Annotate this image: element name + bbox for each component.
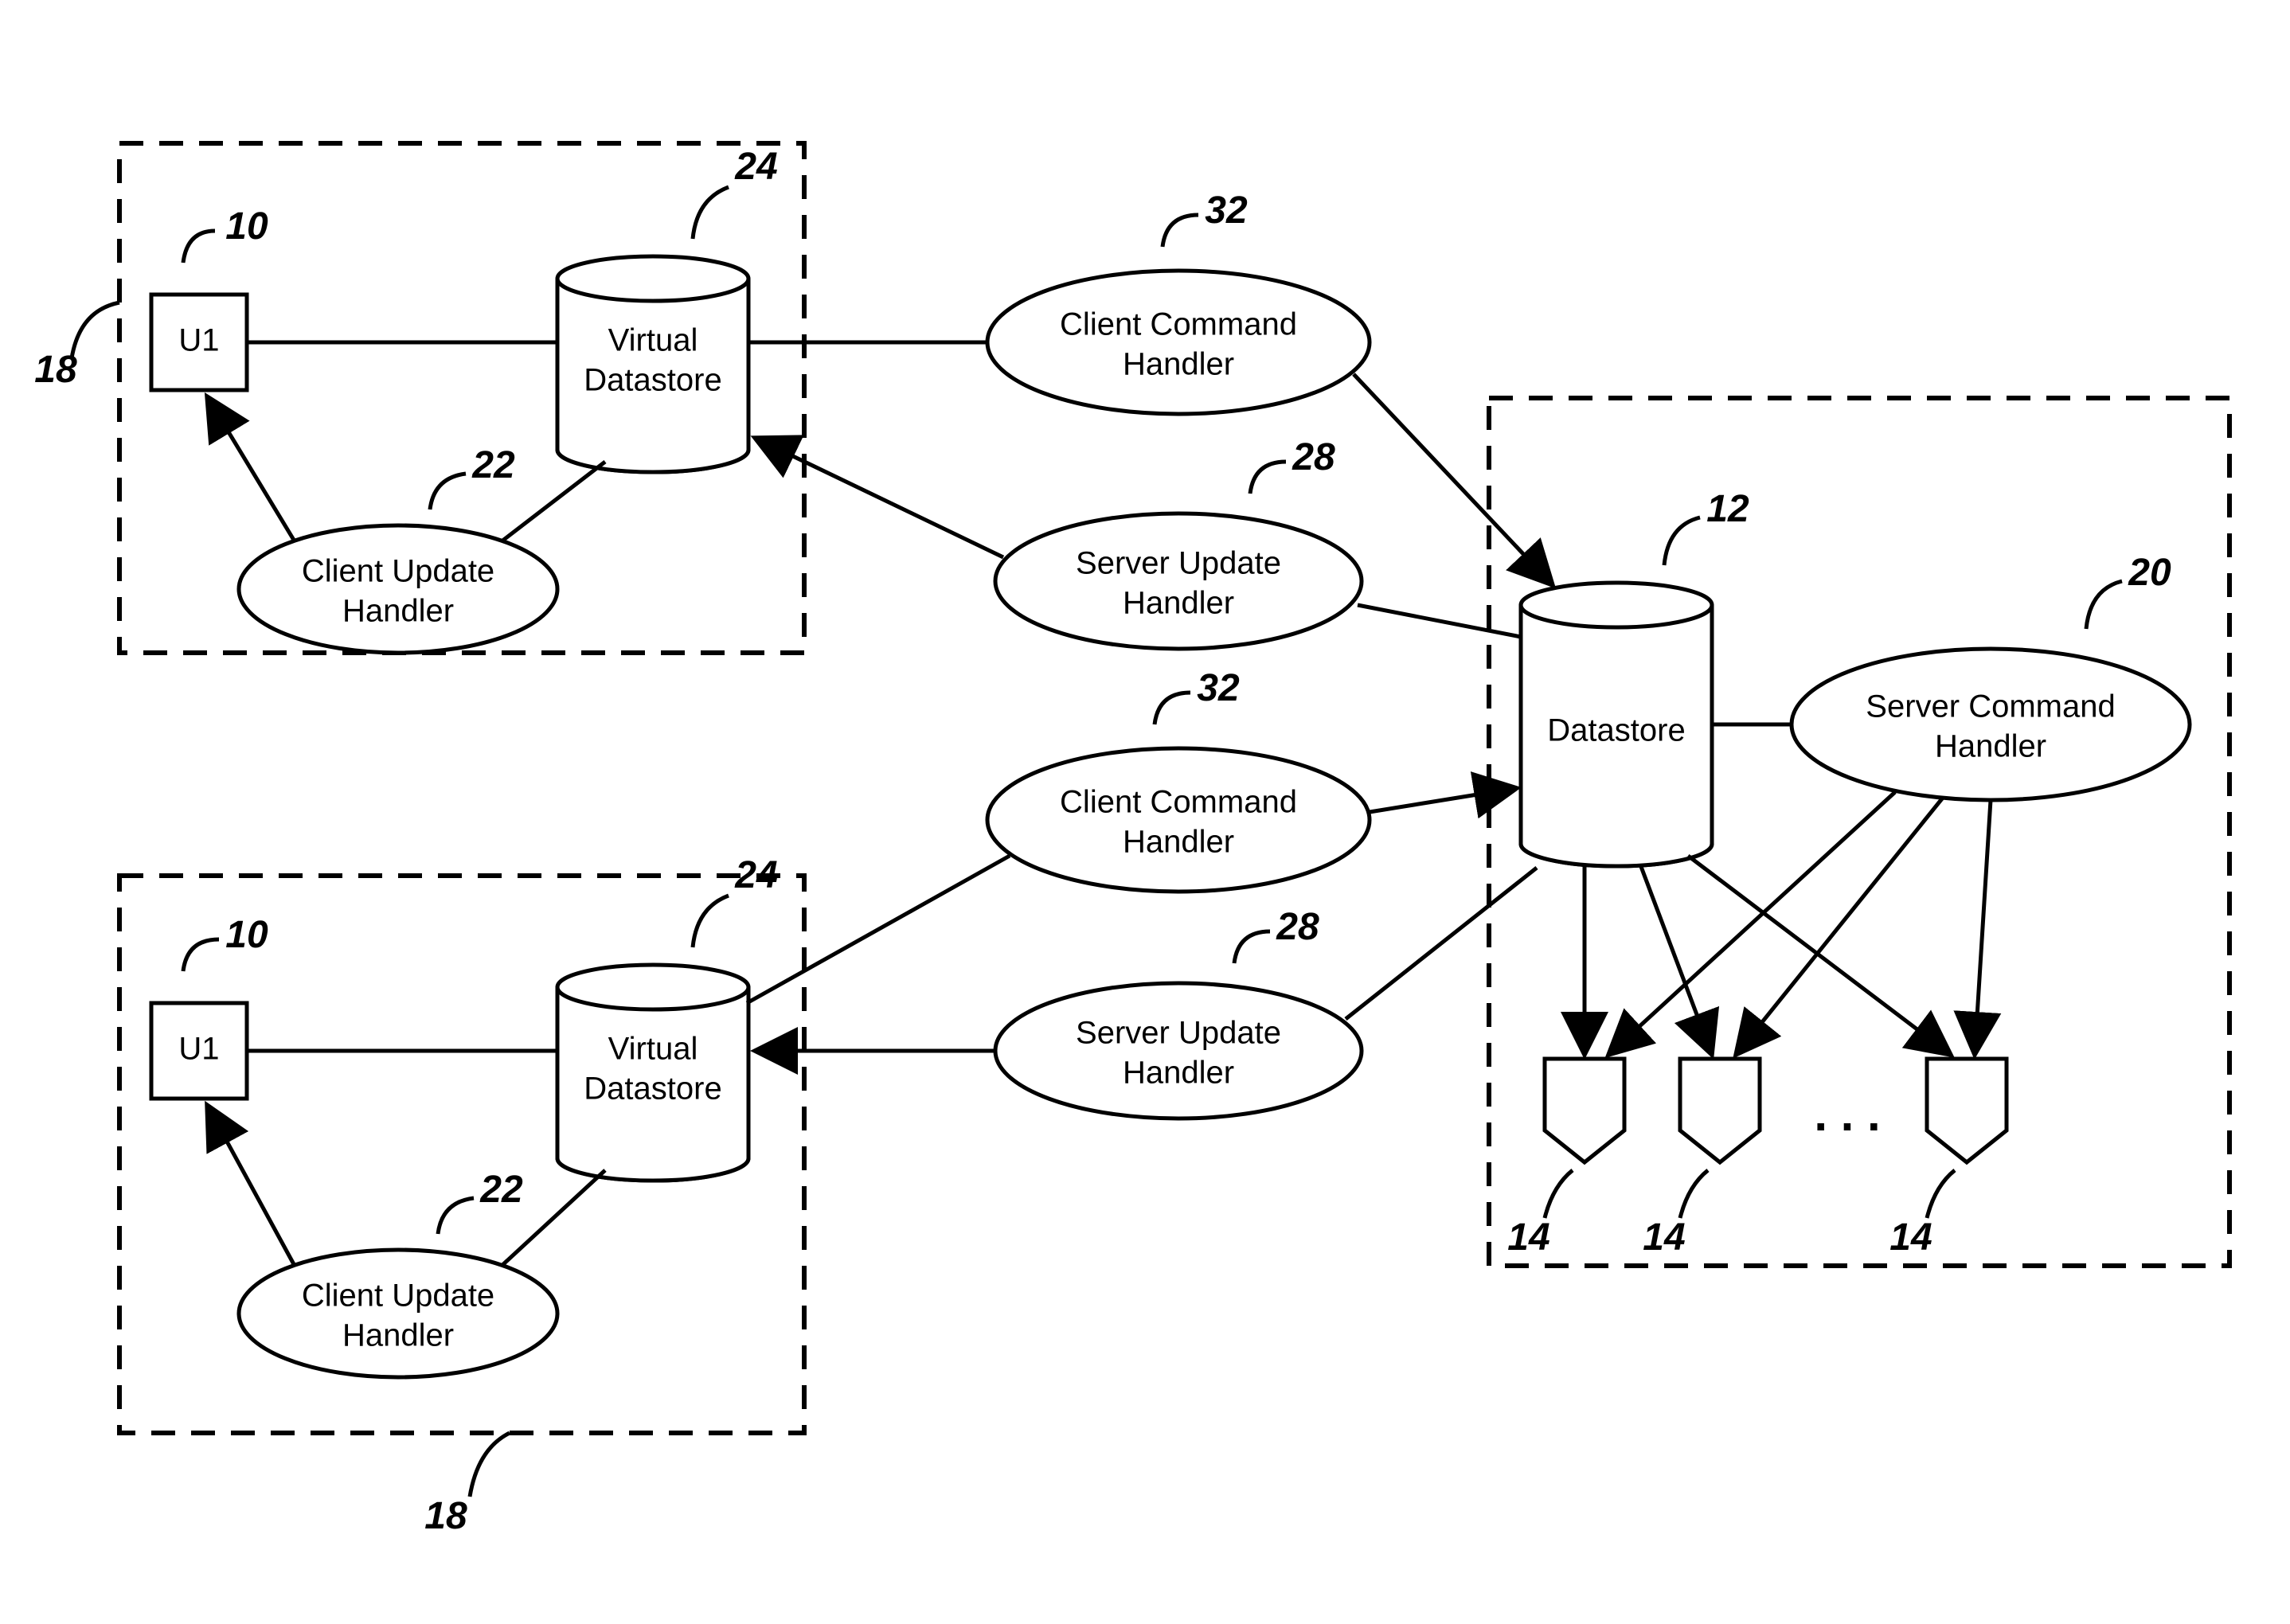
ref-24a: 24 — [734, 146, 777, 188]
ref-32b: 32 — [1197, 667, 1240, 709]
ref-18a: 18 — [34, 349, 77, 391]
leader-14-2 — [1680, 1170, 1708, 1218]
vds-a-l1: Virtual — [608, 323, 698, 358]
leader-14-1 — [1545, 1170, 1573, 1218]
edge-ccha-ds — [1354, 374, 1553, 585]
edge-ds-p2 — [1640, 865, 1712, 1055]
cch-b — [987, 748, 1370, 892]
suh-b-l1: Server Update — [1076, 1016, 1281, 1051]
ref-14-3: 14 — [1889, 1216, 1932, 1259]
output-pentagon-3 — [1927, 1059, 2007, 1162]
edge-vdsb-cchb — [747, 856, 1010, 1003]
leader-28a — [1250, 462, 1286, 494]
cch-b-l2: Handler — [1123, 825, 1234, 860]
edge-suhb-ds — [1346, 868, 1537, 1019]
diagram-canvas: 18 U1 10 Virtual Datastore 24 Client Upd… — [0, 0, 2290, 1624]
leader-24b — [693, 896, 729, 947]
cuh-a — [239, 525, 557, 653]
cch-b-l1: Client Command — [1060, 785, 1297, 820]
suh-a — [995, 513, 1362, 649]
ref-14-1: 14 — [1507, 1216, 1549, 1259]
sch-l2: Handler — [1935, 729, 2046, 764]
ref-20: 20 — [2128, 552, 2171, 594]
leader-18b — [470, 1433, 510, 1497]
client-a-group: 18 U1 10 Virtual Datastore 24 Client Upd… — [34, 143, 804, 653]
edge-cchb-ds — [1370, 788, 1517, 812]
ref-10a: 10 — [225, 205, 268, 248]
edge-suha-vdsa — [755, 438, 1003, 557]
cch-a — [987, 271, 1370, 414]
virtual-datastore-a: Virtual Datastore — [557, 256, 748, 472]
leader-10b — [183, 939, 219, 971]
server-group: Datastore 12 Server Command Handler 20 .… — [1489, 398, 2229, 1266]
leader-22b — [438, 1198, 474, 1234]
u1-a-label: U1 — [178, 323, 219, 358]
edge-suha-ds — [1358, 605, 1521, 637]
leader-28b — [1234, 931, 1270, 963]
ref-28a: 28 — [1292, 436, 1335, 478]
leader-22a — [430, 474, 466, 509]
cuh-a-l1: Client Update — [302, 554, 494, 589]
leader-32b — [1155, 693, 1190, 724]
leader-32a — [1163, 215, 1198, 247]
ref-12: 12 — [1706, 488, 1749, 530]
cch-a-l2: Handler — [1123, 347, 1234, 382]
ref-32a: 32 — [1205, 189, 1248, 232]
output-pentagon-1 — [1545, 1059, 1624, 1162]
u1-b-label: U1 — [178, 1032, 219, 1067]
suh-b — [995, 983, 1362, 1118]
leader-24a — [693, 187, 729, 239]
edge-cuha-vdsa — [502, 462, 605, 541]
sch — [1792, 649, 2190, 800]
vds-b-l2: Datastore — [584, 1072, 721, 1107]
suh-a-l1: Server Update — [1076, 546, 1281, 581]
ref-10b: 10 — [225, 914, 268, 956]
cuh-a-l2: Handler — [342, 594, 454, 629]
ref-18b: 18 — [424, 1495, 467, 1537]
ref-22a: 22 — [471, 444, 515, 486]
edge-sch-p3 — [1975, 800, 1991, 1055]
edge-cuha-u1a — [207, 396, 295, 541]
edge-sch-p2 — [1736, 798, 1943, 1055]
cuh-b-l2: Handler — [342, 1318, 454, 1353]
vds-b-l1: Virtual — [608, 1032, 698, 1067]
datastore: Datastore — [1521, 583, 1712, 866]
vds-a-l2: Datastore — [584, 363, 721, 398]
leader-14-3 — [1927, 1170, 1955, 1218]
ref-22b: 22 — [479, 1169, 523, 1211]
leader-18a — [72, 303, 119, 358]
output-pentagon-2 — [1680, 1059, 1760, 1162]
ellipsis: . . . — [1814, 1087, 1880, 1141]
leader-12 — [1664, 517, 1700, 565]
cuh-b-l1: Client Update — [302, 1279, 494, 1314]
edge-ds-p3 — [1688, 856, 1951, 1055]
suh-a-l2: Handler — [1123, 586, 1234, 621]
suh-b-l2: Handler — [1123, 1056, 1234, 1091]
edge-cuhb-u1b — [207, 1105, 295, 1266]
virtual-datastore-b: Virtual Datastore — [557, 965, 748, 1181]
sch-l1: Server Command — [1866, 689, 2115, 724]
ref-28b: 28 — [1276, 906, 1319, 948]
client-b-group: 18 U1 10 Virtual Datastore 24 Client Upd… — [119, 854, 804, 1537]
ref-24b: 24 — [734, 854, 777, 896]
leader-20 — [2086, 581, 2122, 629]
leader-10a — [183, 231, 215, 263]
cuh-b — [239, 1250, 557, 1377]
cch-a-l1: Client Command — [1060, 307, 1297, 342]
ref-14-2: 14 — [1643, 1216, 1685, 1259]
ds-label: Datastore — [1547, 713, 1685, 748]
